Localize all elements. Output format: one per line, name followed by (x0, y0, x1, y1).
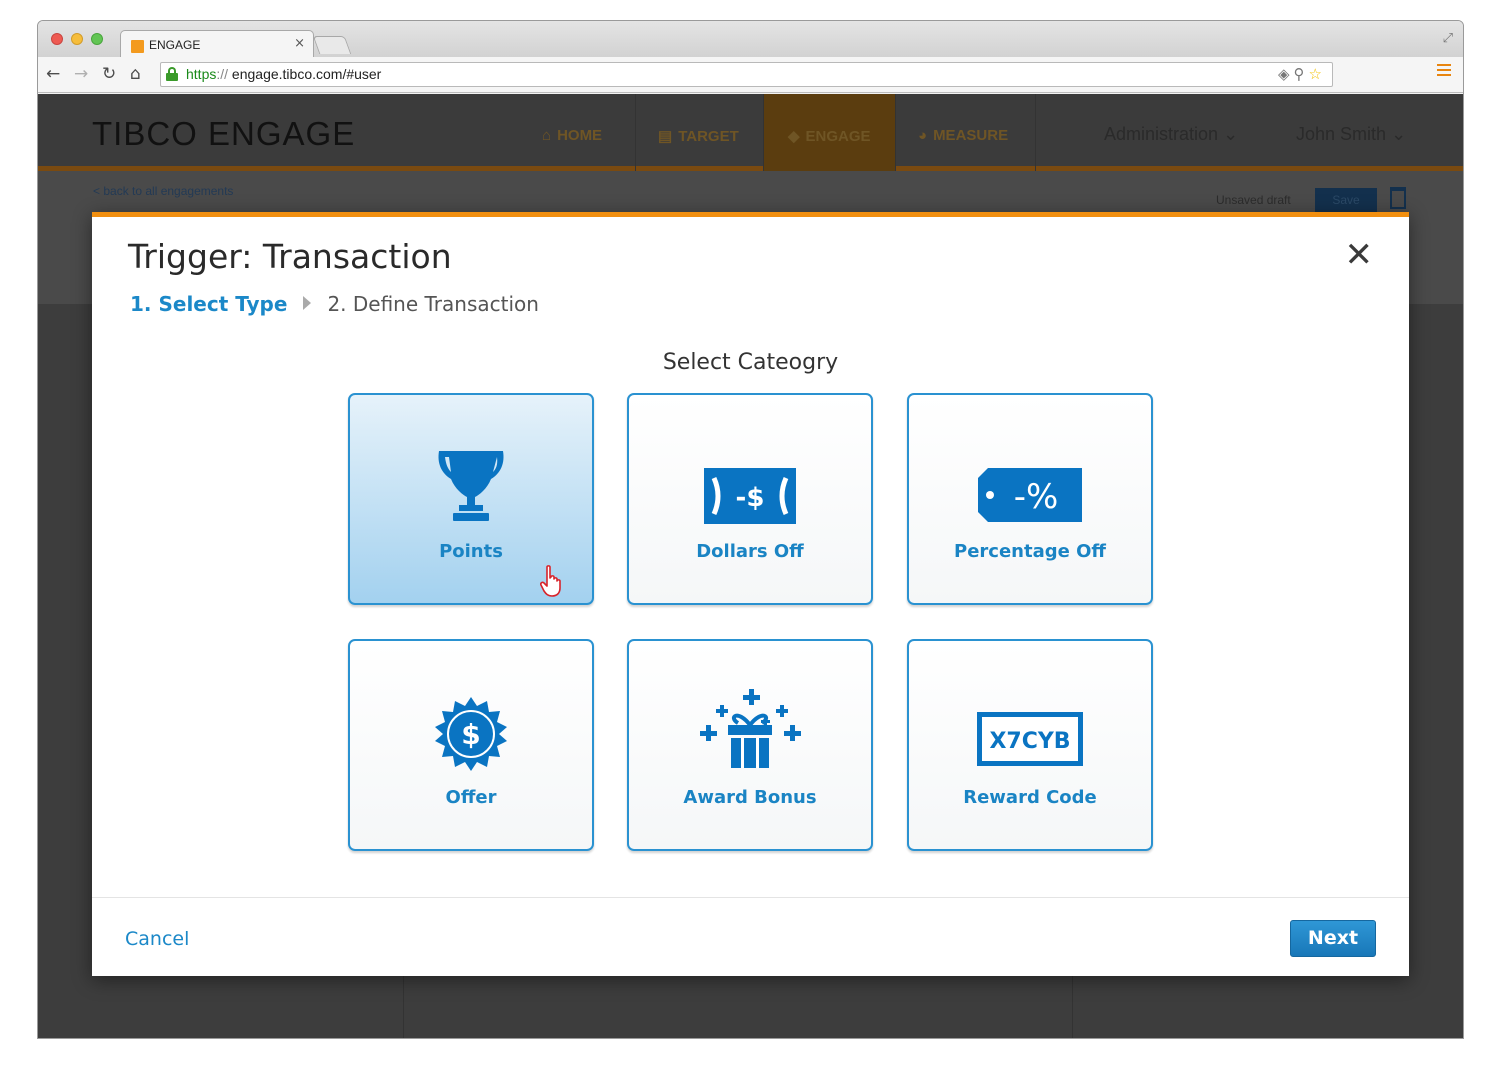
save-button[interactable]: Save (1315, 188, 1377, 212)
category-label: Dollars Off (696, 541, 804, 562)
bookmark-star-icon[interactable]: ☆ (1309, 65, 1326, 83)
hand-cursor-icon (539, 565, 564, 601)
nav-target-label: TARGET (678, 128, 739, 145)
chevron-down-icon: ⌄ (1391, 124, 1407, 144)
home-icon: ⌂ (542, 127, 552, 144)
nav-engage-label: ENGAGE (805, 128, 871, 145)
category-card-award-bonus[interactable]: Award Bonus (627, 639, 873, 851)
section-title: Select Cateogry (662, 350, 839, 375)
tab-close-icon[interactable]: × (294, 36, 305, 51)
minimize-window-button[interactable] (71, 33, 83, 45)
category-label: Offer (445, 787, 497, 808)
dollar-badge-icon: $ (350, 641, 592, 791)
url-separator: :// (216, 66, 229, 82)
offer-icon-text: $ (461, 718, 480, 751)
gift-icon (629, 641, 871, 791)
admin-dropdown[interactable]: Administration ⌄ (1104, 124, 1238, 145)
draft-status: Unsaved draft (1216, 193, 1291, 207)
address-bar[interactable]: https:// engage.tibco.com/#user ◈⚲☆ (160, 62, 1333, 87)
nav-measure-label: MEASURE (933, 127, 1009, 144)
close-icon[interactable]: ✕ (1345, 235, 1374, 275)
cancel-button[interactable]: Cancel (125, 928, 189, 950)
user-dropdown[interactable]: John Smith ⌄ (1296, 124, 1406, 145)
category-label: Award Bonus (683, 787, 817, 808)
trash-icon[interactable] (1390, 187, 1406, 209)
url-host: engage.tibco.com/#user (228, 66, 382, 82)
nav-target[interactable]: ▤ TARGET (636, 94, 764, 171)
target-card-icon: ▤ (658, 128, 673, 145)
url-protocol: https (186, 66, 217, 82)
maximize-window-button[interactable] (91, 33, 103, 45)
nav-home[interactable]: ⌂ HOME (526, 94, 636, 171)
back-arrow-icon[interactable]: ← (46, 64, 60, 84)
app-header: TIBCO ENGAGE ⌂ HOME ▤ TARGET ◆ ENGAGE ◕ MEAS… (38, 94, 1463, 171)
dollar-bill-icon: -$ (629, 395, 871, 545)
browser-menu-icon[interactable] (1437, 64, 1451, 78)
admin-label: Administration (1104, 124, 1219, 144)
category-label: Points (439, 541, 503, 562)
trophy-icon (350, 395, 592, 545)
url-text: https:// engage.tibco.com/#user (186, 66, 381, 82)
browser-tab[interactable]: ENGAGE × (120, 30, 314, 58)
modal-title: Trigger: Transaction (128, 237, 452, 276)
category-label: Reward Code (963, 787, 1097, 808)
tibco-engage-logo: TIBCO ENGAGE (92, 115, 356, 152)
lock-icon (166, 67, 178, 81)
next-button[interactable]: Next (1290, 920, 1376, 957)
step-select-type[interactable]: 1. Select Type (130, 292, 287, 316)
reward-code-icon: X7CYB (909, 641, 1151, 791)
trigger-modal: Trigger: Transaction ✕ 1. Select Type 2. … (92, 212, 1409, 976)
dollar-icon-text: -$ (736, 483, 765, 513)
pie-chart-icon: ◕ (918, 127, 928, 144)
modal-footer: Cancel Next (92, 897, 1409, 977)
browser-toolbar: ← → ↻ ⌂ https:// engage.tibco.com/#user … (38, 57, 1463, 93)
step-define-transaction[interactable]: 2. Define Transaction (327, 292, 539, 316)
nav-home-label: HOME (557, 127, 603, 144)
zoom-icon[interactable]: ⚲ (1294, 65, 1309, 83)
reward-code-text: X7CYB (989, 729, 1070, 754)
extension-icon[interactable]: ◈ (1278, 65, 1294, 83)
reload-icon[interactable]: ↻ (102, 64, 116, 84)
percent-icon-text: -% (1014, 477, 1059, 517)
nav-measure[interactable]: ◕ MEASURE (896, 94, 1036, 171)
chevron-down-icon: ⌄ (1223, 124, 1239, 144)
nav-engage[interactable]: ◆ ENGAGE (764, 94, 896, 171)
user-name: John Smith (1296, 124, 1387, 144)
percent-tag-icon: -% (909, 395, 1151, 545)
category-card-percentage-off[interactable]: -% Percentage Off (907, 393, 1153, 605)
tab-title: ENGAGE (149, 38, 201, 52)
tab-favicon-icon (131, 40, 144, 53)
category-card-offer[interactable]: $ Offer (348, 639, 594, 851)
browser-titlebar: ENGAGE × ⤢ (38, 21, 1463, 58)
wizard-steps: 1. Select Type 2. Define Transaction (130, 292, 539, 316)
forward-arrow-icon[interactable]: → (74, 64, 88, 84)
tag-icon: ◆ (788, 128, 800, 145)
back-to-engagements-link[interactable]: < back to all engagements (93, 184, 233, 198)
home-icon[interactable]: ⌂ (130, 64, 141, 84)
category-card-reward-code[interactable]: X7CYB Reward Code (907, 639, 1153, 851)
category-card-dollars-off[interactable]: -$ Dollars Off (627, 393, 873, 605)
close-window-button[interactable] (51, 33, 63, 45)
category-label: Percentage Off (954, 541, 1106, 562)
omnibox-icons: ◈⚲☆ (1278, 65, 1326, 83)
step-arrow-icon (303, 296, 312, 310)
new-tab-button[interactable] (312, 36, 352, 54)
fullscreen-icon[interactable]: ⤢ (1443, 31, 1453, 46)
